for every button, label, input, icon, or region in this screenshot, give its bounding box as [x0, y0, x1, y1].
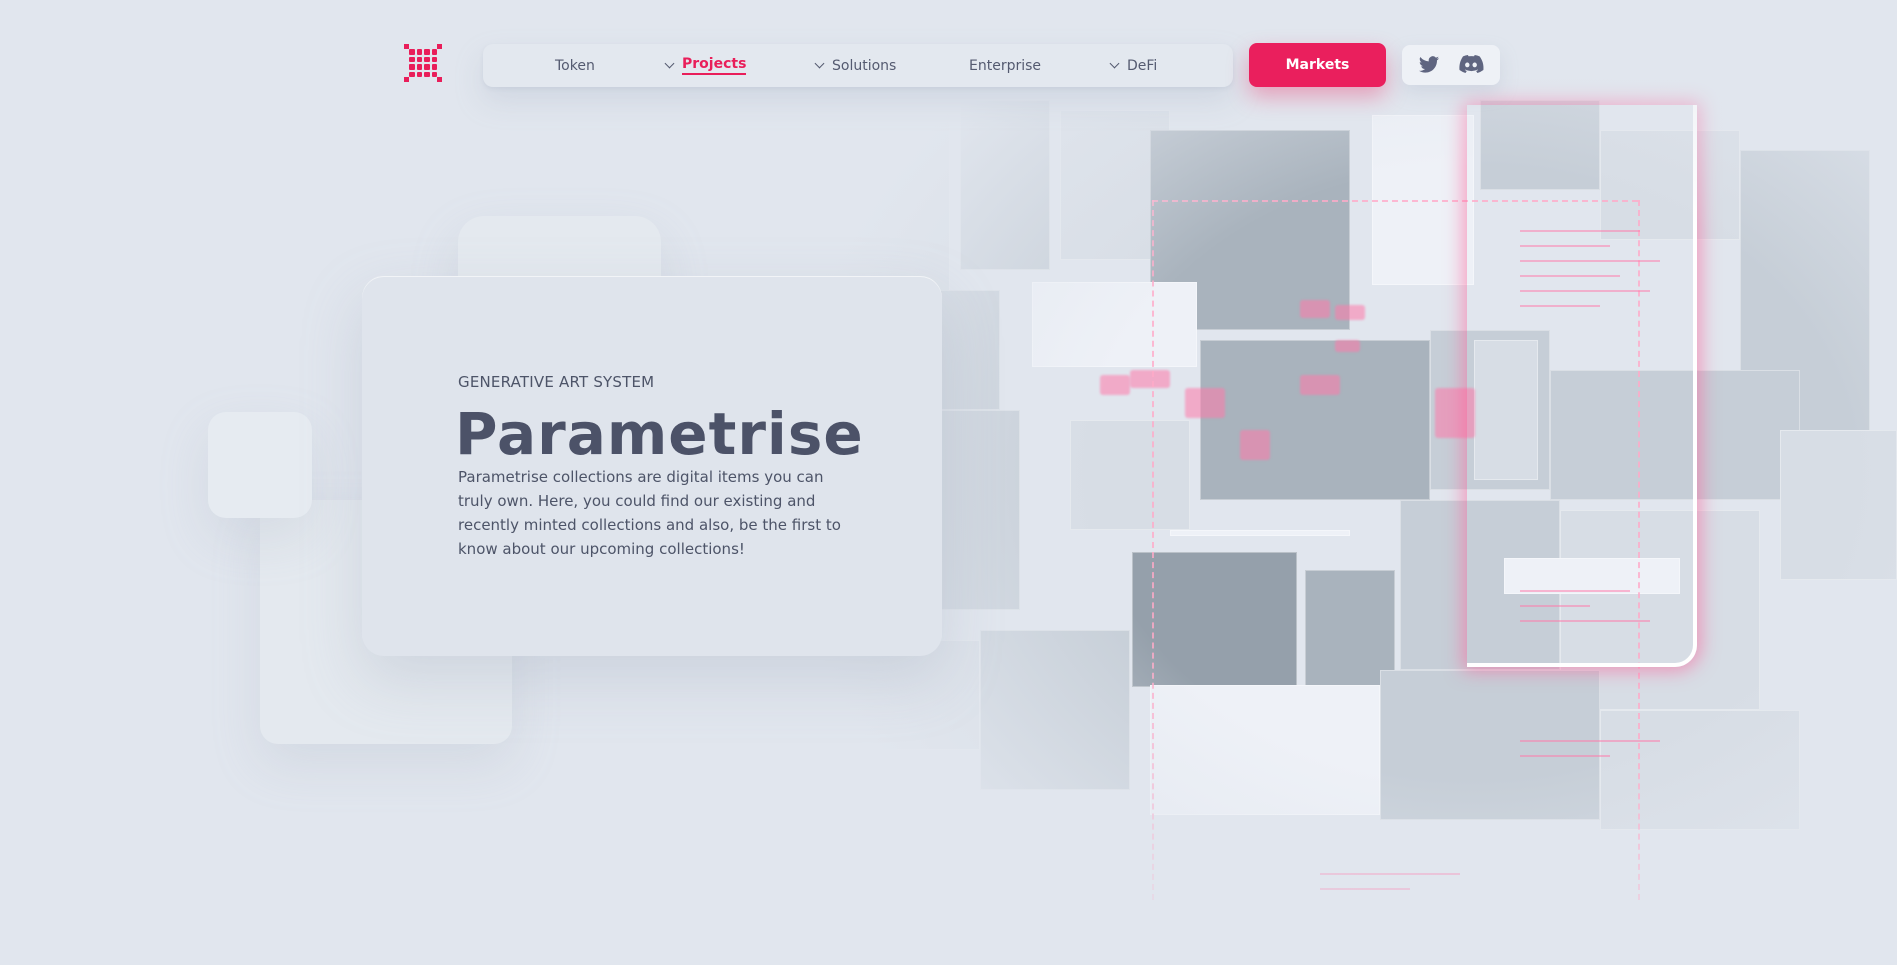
grid-logo-icon[interactable]	[404, 44, 442, 82]
discord-icon[interactable]	[1458, 54, 1484, 76]
hero-background-art	[780, 70, 1897, 965]
nav-item-solutions[interactable]: Solutions	[814, 44, 897, 87]
hero-title: Parametrise	[455, 400, 864, 468]
hero-kicker: GENERATIVE ART SYSTEM	[458, 373, 655, 391]
nav-item-label: Solutions	[832, 57, 897, 74]
nav-item-label: DeFi	[1127, 57, 1158, 74]
nav-item-label: Projects	[682, 56, 747, 75]
chevron-down-icon	[664, 58, 675, 69]
nav-item-projects[interactable]: Projects	[664, 44, 747, 87]
twitter-icon[interactable]	[1417, 54, 1441, 76]
decor-card-small	[208, 412, 312, 518]
hero-card: GENERATIVE ART SYSTEM Parametrise Parame…	[362, 276, 942, 656]
main-nav: Token Projects Solutions Enterprise DeFi	[483, 44, 1233, 87]
social-links	[1402, 45, 1500, 85]
hero-description: Parametrise collections are digital item…	[458, 468, 841, 558]
nav-item-defi[interactable]: DeFi	[1109, 44, 1158, 87]
markets-button[interactable]: Markets	[1249, 43, 1386, 87]
chevron-down-icon	[1109, 58, 1120, 69]
nav-item-token[interactable]: Token	[555, 44, 595, 87]
nav-item-label: Token	[555, 57, 595, 74]
nav-item-label: Enterprise	[969, 57, 1042, 74]
nav-item-enterprise[interactable]: Enterprise	[969, 44, 1041, 87]
chevron-down-icon	[814, 58, 825, 69]
